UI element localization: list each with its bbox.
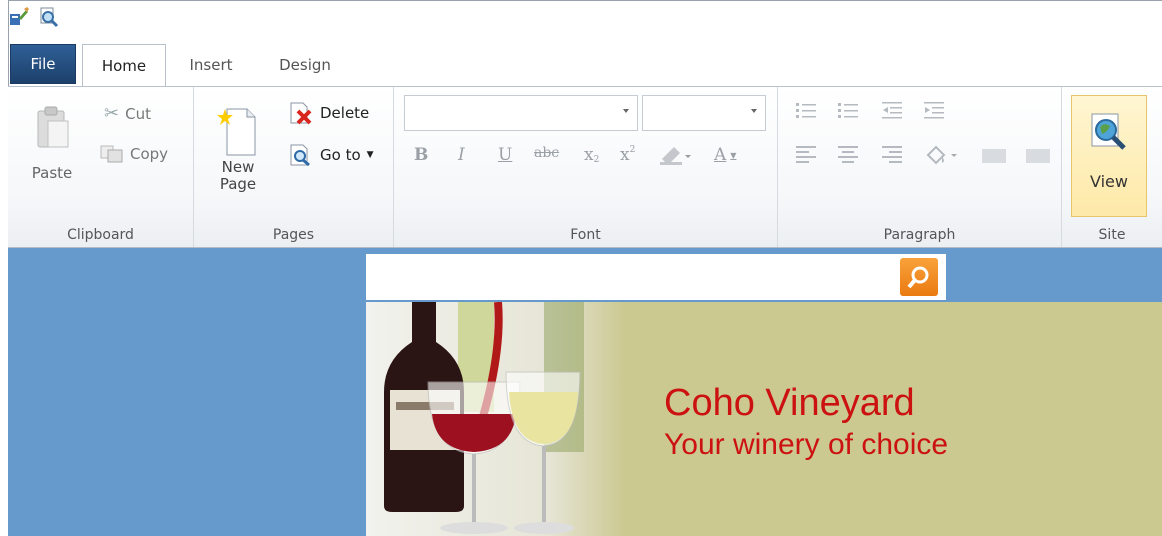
goto-button[interactable]: Go to ▼ xyxy=(288,143,374,167)
tab-design[interactable]: Design xyxy=(270,44,340,86)
site-banner: Coho Vineyard Your winery of choice xyxy=(366,302,1162,536)
subscript-indicator: 2 xyxy=(593,155,600,165)
font-group: B I U abc x2 x2 A ▼ Font xyxy=(394,87,778,247)
border-style-icon-2[interactable] xyxy=(1026,149,1050,163)
superscript-button[interactable]: x2 xyxy=(620,145,635,165)
ribbon: Paste ✂ Cut Copy Clipboard New Page Dele… xyxy=(8,86,1162,248)
shading-icon[interactable] xyxy=(924,143,958,165)
underline-button[interactable]: U xyxy=(498,145,512,165)
clipboard-group: Paste ✂ Cut Copy Clipboard xyxy=(8,87,194,247)
align-center-icon[interactable] xyxy=(838,145,860,163)
superscript-label: x xyxy=(620,145,630,165)
copy-icon xyxy=(100,145,123,163)
quick-access-toolbar xyxy=(8,6,60,28)
paste-button[interactable]: Paste xyxy=(22,105,82,182)
copy-label: Copy xyxy=(130,145,169,163)
paste-label: Paste xyxy=(31,164,73,182)
align-left-icon[interactable] xyxy=(796,145,818,163)
site-group-label: Site xyxy=(1098,227,1126,243)
tab-home[interactable]: Home xyxy=(82,44,166,86)
highlighter-icon xyxy=(660,147,691,165)
paste-icon xyxy=(37,106,69,148)
brand-title: Coho Vineyard xyxy=(664,382,915,424)
new-page-label-line2: Page xyxy=(219,175,257,193)
view-label: View xyxy=(1090,172,1128,191)
tab-insert[interactable]: Insert xyxy=(176,44,246,86)
pages-group: New Page Delete Go to ▼ Pages xyxy=(194,87,394,247)
strikethrough-button[interactable]: abc xyxy=(534,145,559,161)
brand-subtitle: Your winery of choice xyxy=(664,428,949,461)
chevron-down-icon: ▼ xyxy=(366,150,374,160)
wine-photo xyxy=(366,302,626,536)
increase-indent-icon[interactable] xyxy=(924,101,946,119)
chevron-down-icon xyxy=(751,109,757,113)
preview-icon[interactable] xyxy=(38,6,60,28)
cut-label: Cut xyxy=(125,104,151,123)
ribbon-tabs: File Home Insert Design xyxy=(8,44,1162,86)
view-button[interactable]: View xyxy=(1071,95,1147,217)
scissors-icon: ✂ xyxy=(104,103,120,124)
numbered-list-icon[interactable] xyxy=(838,101,860,119)
bold-button[interactable]: B xyxy=(414,145,428,165)
view-site-icon xyxy=(1091,113,1126,150)
goto-label: Go to xyxy=(320,146,361,164)
new-page-icon xyxy=(217,108,256,156)
search-icon xyxy=(907,266,929,289)
clipboard-group-label: Clipboard xyxy=(67,227,134,243)
font-group-label: Font xyxy=(570,227,601,243)
delete-page-icon xyxy=(290,102,312,125)
subscript-button[interactable]: x2 xyxy=(584,145,599,165)
pages-group-label: Pages xyxy=(272,227,315,243)
page-preview: Coho Vineyard Your winery of choice xyxy=(8,248,1162,536)
goto-icon xyxy=(290,144,310,167)
chevron-down-icon: ▼ xyxy=(730,150,737,160)
delete-page-button[interactable]: Delete xyxy=(288,101,369,125)
new-page-button[interactable]: New Page xyxy=(208,103,268,193)
copy-button[interactable]: Copy xyxy=(100,145,168,163)
search-button[interactable] xyxy=(900,258,938,296)
border-style-icon[interactable] xyxy=(982,149,1006,163)
edit-properties-icon[interactable] xyxy=(8,6,30,28)
cut-button[interactable]: ✂ Cut xyxy=(104,103,151,124)
superscript-indicator: 2 xyxy=(629,145,636,155)
highlight-color-button[interactable] xyxy=(658,145,692,165)
decrease-indent-icon[interactable] xyxy=(882,101,904,119)
paragraph-group-label: Paragraph xyxy=(883,227,956,243)
font-color-button[interactable]: A ▼ xyxy=(714,145,736,165)
italic-button[interactable]: I xyxy=(458,145,465,165)
tab-file[interactable]: File xyxy=(10,44,76,84)
new-page-label-line1: New xyxy=(221,158,255,176)
font-family-select[interactable] xyxy=(404,95,638,131)
chevron-down-icon xyxy=(623,109,629,113)
paragraph-group: Paragraph xyxy=(778,87,1062,247)
search-input[interactable] xyxy=(366,254,946,300)
bullet-list-icon[interactable] xyxy=(796,101,818,119)
font-color-label: A xyxy=(714,145,727,165)
font-size-select[interactable] xyxy=(642,95,766,131)
align-right-icon[interactable] xyxy=(882,145,904,163)
delete-label: Delete xyxy=(320,104,370,122)
subscript-label: x xyxy=(584,145,594,165)
